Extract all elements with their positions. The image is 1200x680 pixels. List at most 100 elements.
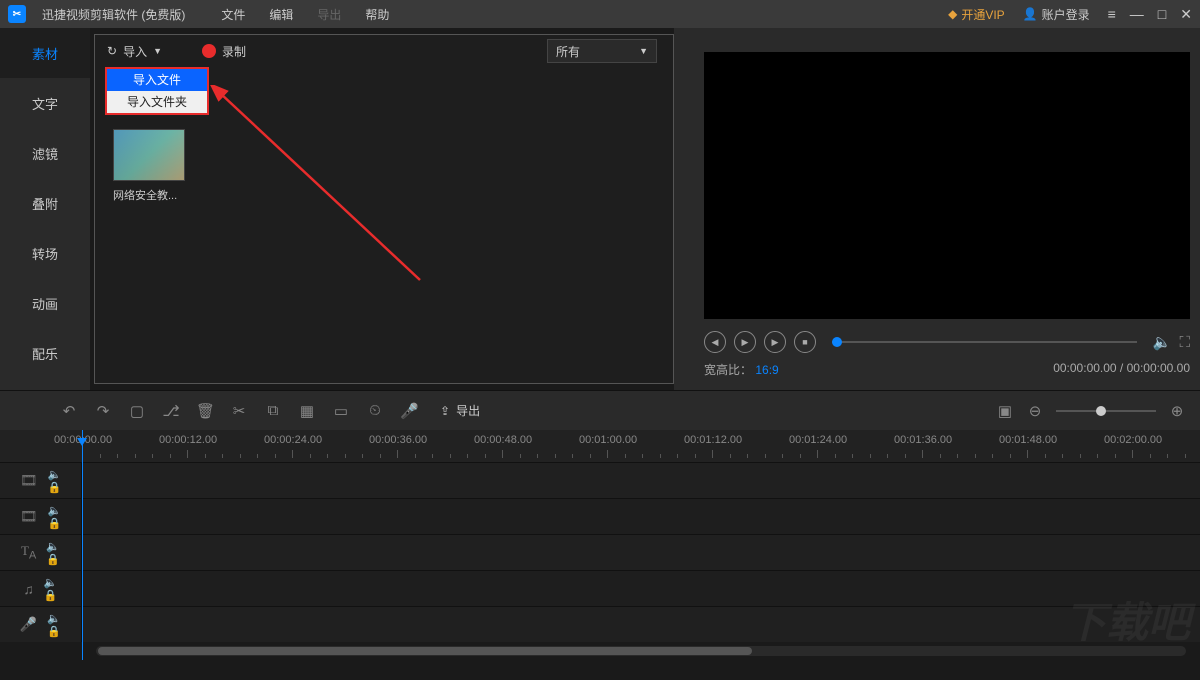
export-button[interactable]: ⇪ 导出 xyxy=(440,402,480,419)
zoom-in-icon[interactable]: ⊕ xyxy=(1168,402,1186,420)
media-item[interactable]: 网络安全教... xyxy=(113,129,201,203)
play-button[interactable]: ▶ xyxy=(734,331,756,353)
user-icon: 👤 xyxy=(1023,7,1038,21)
tracks: 🎞 🔈🔒 🎞 🔈🔒 TA 🔈🔒 ♫ 🔈🔒 🎤 xyxy=(0,462,1200,642)
window-controls: ≡ ― □ ✕ xyxy=(1108,6,1192,23)
track-controls[interactable]: 🔈🔒 xyxy=(46,540,60,566)
titlebar-right: ◆ 开通VIP 👤 账户登录 ≡ ― □ ✕ xyxy=(948,6,1192,23)
seek-bar[interactable] xyxy=(832,341,1137,343)
chevron-down-icon: ▼ xyxy=(153,46,162,56)
next-button[interactable]: ▶ xyxy=(764,331,786,353)
fit-icon[interactable]: ▣ xyxy=(996,402,1014,420)
titlebar-left: ✂ 迅捷视频剪辑软件 (免费版) 文件 编辑 导出 帮助 xyxy=(8,5,389,23)
preview-video[interactable] xyxy=(704,52,1190,319)
sidebar-tab-text[interactable]: 文字 xyxy=(0,78,90,128)
split-tool-icon[interactable]: ⎇ xyxy=(162,402,180,420)
text-track-icon: TA xyxy=(21,543,36,562)
sidebar-tab-filter[interactable]: 滤镜 xyxy=(0,128,90,178)
main-area: 素材 文字 滤镜 叠附 转场 动画 配乐 ↻ 导入 ▼ 录制 所有 ▼ 导入文件 xyxy=(0,28,1200,390)
time-ruler[interactable]: 00:00:00.0000:00:12.0000:00:24.0000:00:3… xyxy=(0,430,1200,462)
scroll-track[interactable] xyxy=(96,646,1186,656)
menu-help[interactable]: 帮助 xyxy=(365,6,389,23)
sidebar-tab-animation[interactable]: 动画 xyxy=(0,278,90,328)
sidebar-tab-overlay[interactable]: 叠附 xyxy=(0,178,90,228)
track-text[interactable]: TA 🔈🔒 xyxy=(0,534,1200,570)
sidebar-tab-transition[interactable]: 转场 xyxy=(0,228,90,278)
track-video[interactable]: 🎞 🔈🔒 xyxy=(0,462,1200,498)
filter-dropdown[interactable]: 所有 ▼ xyxy=(547,39,657,63)
zoom-slider[interactable] xyxy=(1056,410,1156,412)
import-folder-item[interactable]: 导入文件夹 xyxy=(107,91,207,113)
sidebar-tab-music[interactable]: 配乐 xyxy=(0,328,90,378)
aspect-value: 16:9 xyxy=(755,363,778,377)
track-controls[interactable]: 🔈🔒 xyxy=(47,612,61,638)
menu-export: 导出 xyxy=(317,6,341,23)
vip-button[interactable]: ◆ 开通VIP xyxy=(948,6,1005,23)
copy-tool-icon[interactable]: ⧉ xyxy=(264,402,282,419)
track-voice[interactable]: 🎤 🔈🔒 xyxy=(0,606,1200,642)
timeline-scrollbar[interactable] xyxy=(0,642,1200,660)
export-icon: ⇪ xyxy=(440,404,450,418)
volume-icon[interactable]: 🔈 xyxy=(1153,333,1172,351)
speed-tool-icon[interactable]: ⏲ xyxy=(366,402,384,419)
prev-button[interactable]: ◀ xyxy=(704,331,726,353)
seek-handle[interactable] xyxy=(832,337,842,347)
login-button[interactable]: 👤 账户登录 xyxy=(1023,6,1090,23)
maximize-icon[interactable]: □ xyxy=(1158,6,1166,23)
track-audio[interactable]: ♫ 🔈🔒 xyxy=(0,570,1200,606)
preview-panel: ◀ ▶ ▶ ■ 🔈 ⛶ 宽高比： 16:9 00:00:00.00 / 00:0… xyxy=(674,28,1200,390)
import-dropdown-menu: 导入文件 导入文件夹 xyxy=(105,67,209,115)
menu-edit[interactable]: 编辑 xyxy=(269,6,293,23)
vip-label: 开通VIP xyxy=(961,6,1004,23)
time-mark: 00:02:00.00 xyxy=(1104,434,1162,446)
zoom-handle[interactable] xyxy=(1096,406,1106,416)
import-button[interactable]: ↻ 导入 ▼ xyxy=(107,43,162,60)
stop-button[interactable]: ■ xyxy=(794,331,816,353)
edit-tool-icon[interactable]: ▢ xyxy=(128,402,146,420)
undo-icon[interactable]: ↶ xyxy=(60,402,78,420)
media-item-label: 网络安全教... xyxy=(113,187,201,203)
track-pip[interactable]: 🎞 🔈🔒 xyxy=(0,498,1200,534)
media-panel: ↻ 导入 ▼ 录制 所有 ▼ 导入文件 导入文件夹 xyxy=(94,34,674,384)
close-icon[interactable]: ✕ xyxy=(1180,6,1192,23)
video-track-icon: 🎞 xyxy=(20,472,38,489)
timeline-toolbar: ↶ ↷ ▢ ⎇ 🗑 ✂ ⧉ ▦ ▭ ⏲ 🎤 ⇪ 导出 ▣ ⊖ ⊕ xyxy=(0,390,1200,430)
fullscreen-icon[interactable]: ⛶ xyxy=(1179,334,1190,351)
record-label: 录制 xyxy=(222,43,246,60)
import-file-item[interactable]: 导入文件 xyxy=(107,69,207,91)
track-head-video: 🎞 🔈🔒 xyxy=(0,463,82,498)
audio-track-icon: ♫ xyxy=(23,581,34,597)
filter-label: 所有 xyxy=(556,43,580,60)
crop-tool-icon[interactable]: ✂ xyxy=(230,402,248,420)
sidebar-tab-material[interactable]: 素材 xyxy=(0,28,90,78)
aspect-label: 宽高比： xyxy=(704,363,752,377)
record-button[interactable]: 录制 xyxy=(202,43,246,60)
voice-track-icon: 🎤 xyxy=(20,616,37,633)
track-controls[interactable]: 🔈🔒 xyxy=(44,576,58,602)
timecode: 00:00:00.00 / 00:00:00.00 xyxy=(1053,361,1190,378)
media-grid: 网络安全教... xyxy=(95,117,673,215)
track-head-audio: ♫ 🔈🔒 xyxy=(0,571,82,606)
app-icon: ✂ xyxy=(8,5,26,23)
time-mark: 00:01:36.00 xyxy=(894,434,952,446)
track-head-pip: 🎞 🔈🔒 xyxy=(0,499,82,534)
track-controls[interactable]: 🔈🔒 xyxy=(48,504,62,530)
mic-tool-icon[interactable]: 🎤 xyxy=(400,402,418,420)
menu-file[interactable]: 文件 xyxy=(221,6,245,23)
playhead[interactable] xyxy=(82,430,83,660)
minimize-icon[interactable]: ― xyxy=(1130,6,1144,23)
time-mark: 00:01:24.00 xyxy=(789,434,847,446)
track-controls[interactable]: 🔈🔒 xyxy=(48,468,62,494)
scroll-thumb[interactable] xyxy=(98,647,752,655)
redo-icon[interactable]: ↷ xyxy=(94,402,112,420)
hamburger-icon[interactable]: ≡ xyxy=(1108,6,1116,23)
frame-tool-icon[interactable]: ▭ xyxy=(332,402,350,420)
titlebar: ✂ 迅捷视频剪辑软件 (免费版) 文件 编辑 导出 帮助 ◆ 开通VIP 👤 账… xyxy=(0,0,1200,28)
import-icon: ↻ xyxy=(107,44,117,58)
chevron-down-icon: ▼ xyxy=(639,46,648,56)
delete-tool-icon[interactable]: 🗑 xyxy=(196,402,214,420)
sidebar: 素材 文字 滤镜 叠附 转场 动画 配乐 xyxy=(0,28,90,390)
media-toolbar: ↻ 导入 ▼ 录制 所有 ▼ xyxy=(95,35,673,67)
mosaic-tool-icon[interactable]: ▦ xyxy=(298,402,316,420)
zoom-out-icon[interactable]: ⊖ xyxy=(1026,402,1044,420)
